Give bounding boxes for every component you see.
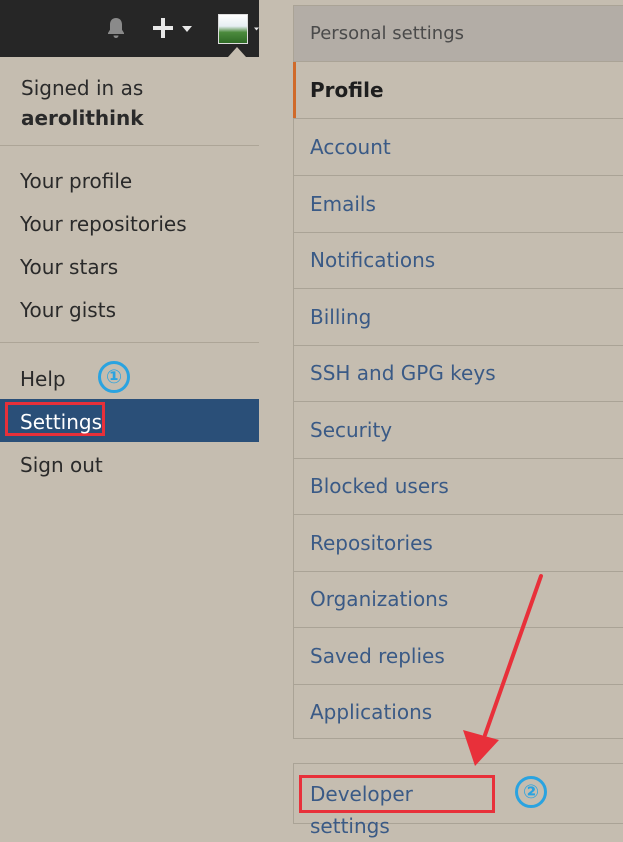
menu-item-your-repositories[interactable]: Your repositories [20, 212, 187, 236]
settings-item-emails[interactable]: Emails [294, 176, 623, 233]
avatar-chevron-down-icon[interactable] [254, 26, 259, 32]
menu-item-sign-out[interactable]: Sign out [20, 453, 103, 477]
dropdown-divider [0, 342, 259, 343]
menu-item-your-stars[interactable]: Your stars [20, 255, 118, 279]
menu-heading: Personal settings [294, 6, 623, 62]
menu-item-your-profile[interactable]: Your profile [20, 169, 132, 193]
step-2-badge: ② [515, 776, 547, 808]
annotation-arrow-icon [463, 574, 543, 766]
menu-item-help[interactable]: Help [20, 367, 66, 391]
settings-item-account[interactable]: Account [294, 119, 623, 176]
settings-item-notifications[interactable]: Notifications [294, 232, 623, 289]
username: aerolithink [21, 106, 144, 130]
menu-item-settings[interactable]: Settings [20, 410, 102, 434]
settings-item-profile[interactable]: Profile [293, 62, 623, 119]
settings-item-security[interactable]: Security [294, 402, 623, 459]
step-1-badge: ① [98, 361, 130, 393]
developer-settings-link[interactable]: Developer settings [299, 775, 495, 838]
settings-item-blocked-users[interactable]: Blocked users [294, 458, 623, 515]
top-header-bar [0, 0, 259, 57]
dropdown-divider [0, 145, 259, 146]
settings-item-ssh-gpg-keys[interactable]: SSH and GPG keys [294, 345, 623, 402]
plus-icon[interactable] [152, 17, 174, 39]
bell-icon[interactable] [104, 16, 128, 40]
avatar[interactable] [218, 14, 248, 44]
dropdown-pointer [228, 47, 246, 57]
menu-item-your-gists[interactable]: Your gists [20, 298, 116, 322]
chevron-down-icon[interactable] [182, 26, 192, 32]
settings-item-billing[interactable]: Billing [294, 289, 623, 346]
signed-in-label: Signed in as [21, 76, 144, 100]
settings-item-repositories[interactable]: Repositories [294, 515, 623, 572]
